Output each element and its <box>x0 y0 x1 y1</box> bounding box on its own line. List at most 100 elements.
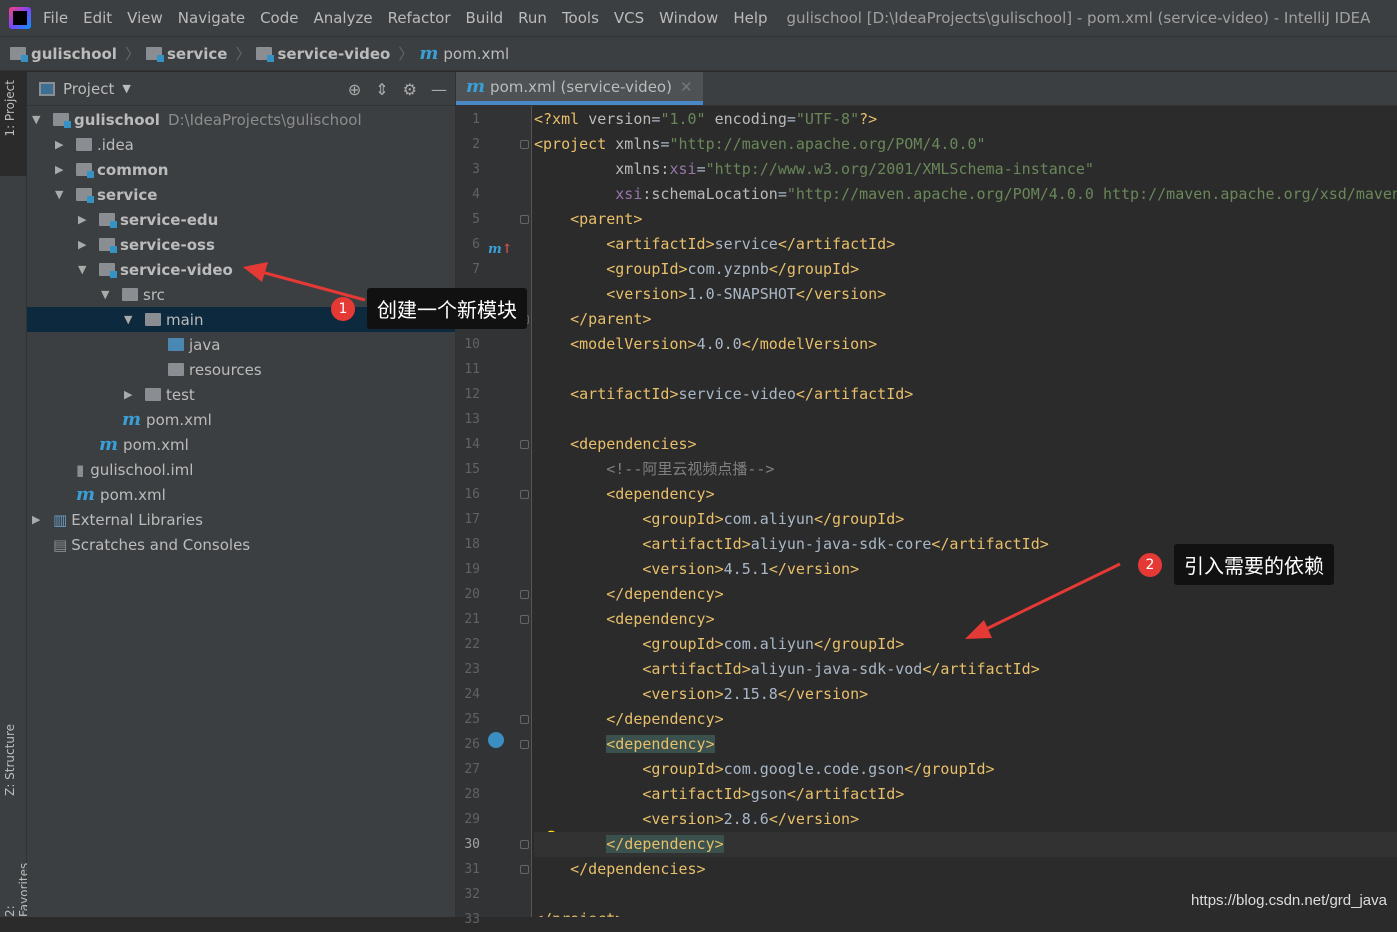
code-line[interactable]: <dependency> <box>534 607 1397 632</box>
code-line[interactable]: <!--阿里云视频点播--> <box>534 457 1397 482</box>
code-line[interactable]: <artifactId>service-video</artifactId> <box>534 382 1397 407</box>
chevron-down-icon[interactable]: ▼ <box>122 82 130 95</box>
code-line[interactable]: <version>2.8.6</version> <box>534 807 1397 832</box>
tree-item[interactable]: ▶ ▥ External Libraries <box>27 507 455 532</box>
menu-file[interactable]: File <box>43 9 68 27</box>
menu-help[interactable]: Help <box>733 9 767 27</box>
collapse-arrow-icon[interactable]: ▶ <box>124 388 136 401</box>
code-area[interactable]: <?xml version="1.0" encoding="UTF-8"?> <p… <box>534 106 1397 917</box>
code-line[interactable]: <version>1.0-SNAPSHOT</version> <box>534 282 1397 307</box>
dependency-update-icon[interactable] <box>488 732 504 748</box>
fold-marker-icon[interactable] <box>520 715 529 724</box>
expand-arrow-icon[interactable]: ▼ <box>124 313 136 326</box>
expand-arrow-icon[interactable]: ▼ <box>78 263 90 276</box>
menu-build[interactable]: Build <box>466 9 504 27</box>
tree-item[interactable]: ▮ gulischool.iml <box>27 457 455 482</box>
tree-item[interactable]: ▶ service-oss <box>27 232 455 257</box>
menu-navigate[interactable]: Navigate <box>178 9 245 27</box>
menu-code[interactable]: Code <box>260 9 298 27</box>
menu-tools[interactable]: Tools <box>562 9 599 27</box>
code-line[interactable]: </parent> <box>534 307 1397 332</box>
code-line[interactable]: <groupId>com.aliyun</groupId> <box>534 507 1397 532</box>
menu-edit[interactable]: Edit <box>83 9 112 27</box>
tree-item[interactable]: ▼ service-video <box>27 257 455 282</box>
breadcrumb-item[interactable]: m pom.xml <box>419 43 509 64</box>
collapse-arrow-icon[interactable]: ▶ <box>32 513 44 526</box>
menu-analyze[interactable]: Analyze <box>313 9 372 27</box>
fold-marker-icon[interactable] <box>520 590 529 599</box>
tree-item[interactable]: m pom.xml <box>27 432 455 457</box>
fold-marker-icon[interactable] <box>520 865 529 874</box>
tree-item[interactable]: ▶ test <box>27 382 455 407</box>
fold-marker-icon[interactable] <box>520 140 529 149</box>
code-line[interactable]: </dependency> <box>534 582 1397 607</box>
close-icon[interactable]: ✕ <box>680 78 693 96</box>
tree-item[interactable]: ▶ .idea <box>27 132 455 157</box>
collapse-arrow-icon[interactable]: ▶ <box>55 138 67 151</box>
maven-parent-icon[interactable]: m↑ <box>488 242 513 257</box>
code-line[interactable]: <parent> <box>534 207 1397 232</box>
tree-item[interactable]: ▤ Scratches and Consoles <box>27 532 455 557</box>
code-line[interactable] <box>534 357 1397 382</box>
tree-item[interactable]: m pom.xml <box>27 407 455 432</box>
code-line[interactable]: <dependency> <box>534 482 1397 507</box>
code-line[interactable]: <dependencies> <box>534 432 1397 457</box>
code-line[interactable]: <groupId>com.yzpnb</groupId> <box>534 257 1397 282</box>
menu-window[interactable]: Window <box>659 9 718 27</box>
editor: m pom.xml (service-video) ✕ m↑ 💡 1234567… <box>455 72 1397 927</box>
menu-refactor[interactable]: Refactor <box>388 9 451 27</box>
breadcrumb-item[interactable]: service-video <box>256 45 390 63</box>
menu-run[interactable]: Run <box>518 9 547 27</box>
code-line[interactable]: </dependency> <box>534 832 1397 857</box>
gear-icon[interactable]: ⚙ <box>403 80 417 99</box>
tree-item[interactable]: ▼ gulischool D:\IdeaProjects\gulischool <box>27 107 455 132</box>
fold-marker-icon[interactable] <box>520 740 529 749</box>
project-view-selector[interactable]: Project <box>63 80 114 98</box>
code-line[interactable]: </dependencies> <box>534 857 1397 882</box>
code-line[interactable]: <project xmlns="http://maven.apache.org/… <box>534 132 1397 157</box>
fold-marker-icon[interactable] <box>520 490 529 499</box>
tab-pom-xml[interactable]: m pom.xml (service-video) ✕ <box>456 72 703 105</box>
locate-icon[interactable]: ⊕ <box>348 80 361 99</box>
code-line[interactable]: </dependency> <box>534 707 1397 732</box>
maven-icon: m <box>466 76 486 97</box>
code-line[interactable]: <dependency> <box>534 732 1397 757</box>
menu-view[interactable]: View <box>127 9 163 27</box>
fold-marker-icon[interactable] <box>520 440 529 449</box>
fold-marker-icon[interactable] <box>520 615 529 624</box>
collapse-all-icon[interactable]: ⇕ <box>375 80 388 99</box>
code-line[interactable]: <artifactId>aliyun-java-sdk-vod</artifac… <box>534 657 1397 682</box>
project-tool-tab[interactable]: 1: Project <box>3 80 17 137</box>
code-line[interactable]: <artifactId>service</artifactId> <box>534 232 1397 257</box>
fold-marker-icon[interactable] <box>520 215 529 224</box>
code-token: 4.0.0 <box>696 335 742 353</box>
code-line[interactable]: <version>2.15.8</version> <box>534 682 1397 707</box>
collapse-arrow-icon[interactable]: ▶ <box>78 238 90 251</box>
collapse-arrow-icon[interactable]: ▶ <box>78 213 90 226</box>
collapse-arrow-icon[interactable]: ▶ <box>55 163 67 176</box>
code-line[interactable] <box>534 407 1397 432</box>
expand-arrow-icon[interactable]: ▼ <box>55 188 67 201</box>
menu-vcs[interactable]: VCS <box>614 9 644 27</box>
code-line[interactable]: <?xml version="1.0" encoding="UTF-8"?> <box>534 107 1397 132</box>
hide-icon[interactable]: — <box>431 80 447 99</box>
fold-marker-icon[interactable] <box>520 840 529 849</box>
expand-arrow-icon[interactable]: ▼ <box>32 113 44 126</box>
tree-item[interactable]: m pom.xml <box>27 482 455 507</box>
code-token: :schemaLocation <box>642 185 778 203</box>
tree-item[interactable]: ▼ service <box>27 182 455 207</box>
code-line[interactable]: <modelVersion>4.0.0</modelVersion> <box>534 332 1397 357</box>
structure-tool-tab[interactable]: Z: Structure <box>3 724 17 796</box>
tree-item[interactable]: java <box>27 332 455 357</box>
code-line[interactable]: <groupId>com.aliyun</groupId> <box>534 632 1397 657</box>
code-line[interactable]: <groupId>com.google.code.gson</groupId> <box>534 757 1397 782</box>
code-line[interactable]: xmlns:xsi="http://www.w3.org/2001/XMLSch… <box>534 157 1397 182</box>
breadcrumb-item[interactable]: gulischool <box>10 45 117 63</box>
expand-arrow-icon[interactable]: ▼ <box>101 288 113 301</box>
tree-item[interactable]: resources <box>27 357 455 382</box>
breadcrumb-item[interactable]: service <box>145 45 227 63</box>
tree-item[interactable]: ▶ common <box>27 157 455 182</box>
code-line[interactable]: <artifactId>gson</artifactId> <box>534 782 1397 807</box>
code-line[interactable]: xsi:schemaLocation="http://maven.apache.… <box>534 182 1397 207</box>
tree-item[interactable]: ▶ service-edu <box>27 207 455 232</box>
